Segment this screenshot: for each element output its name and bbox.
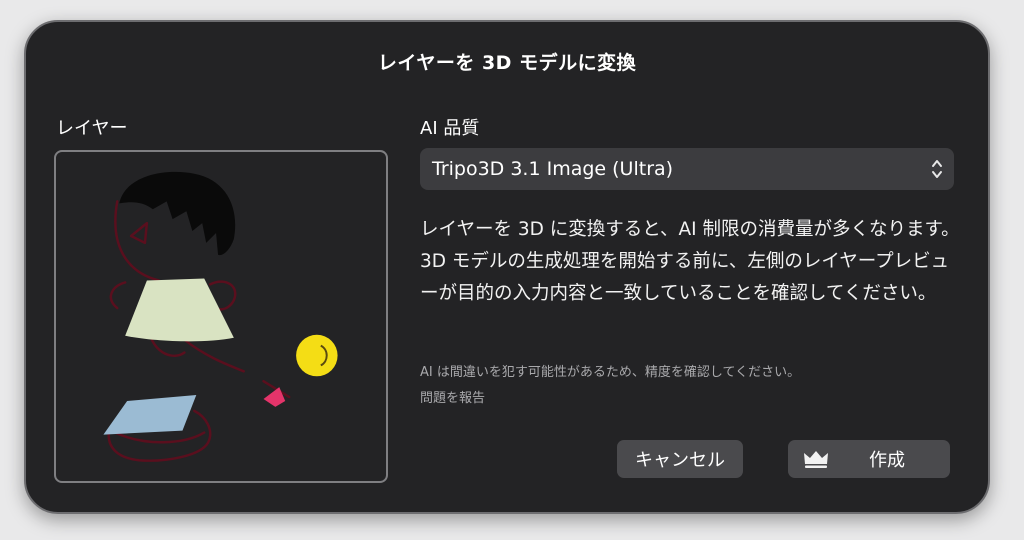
chevron-up-down-icon — [932, 160, 942, 178]
figure-shirt — [125, 278, 234, 342]
ai-accuracy-note: AI は間違いを犯す可能性があるため、精度を確認してください。 問題を報告 — [420, 360, 970, 412]
cancel-button-label: キャンセル — [635, 450, 725, 471]
layer-preview-image — [103, 171, 338, 462]
conversion-description: レイヤーを 3D に変換すると、AI 制限の消費量が多くなります。3D モデルの… — [420, 219, 960, 304]
ai-quality-select-value: Tripo3D 3.1 Image (Ultra) — [432, 158, 674, 180]
dialog-title: レイヤーを 3D モデルに変換 — [377, 52, 637, 74]
convert-to-3d-dialog: レイヤーを 3D モデルに変換 レイヤー AI 品質 Tripo3D 3.1 I… — [24, 20, 990, 514]
figure-hair — [119, 171, 236, 256]
create-button-label: 作成 — [869, 450, 905, 471]
blue-mat — [103, 395, 197, 435]
crown-icon — [804, 451, 828, 468]
pink-shape — [263, 387, 286, 407]
layer-label: レイヤー — [56, 118, 128, 139]
cancel-button[interactable]: キャンセル — [617, 440, 743, 478]
ai-quality-select[interactable]: Tripo3D 3.1 Image (Ultra) — [420, 148, 954, 190]
ai-accuracy-note-text: AI は間違いを犯す可能性があるため、精度を確認してください。 — [420, 365, 801, 380]
ai-quality-label: AI 品質 — [420, 118, 480, 139]
report-issue-link[interactable]: 問題を報告 — [420, 386, 970, 412]
layer-preview — [54, 150, 388, 483]
create-button[interactable]: 作成 — [788, 440, 950, 478]
ball — [296, 334, 338, 377]
